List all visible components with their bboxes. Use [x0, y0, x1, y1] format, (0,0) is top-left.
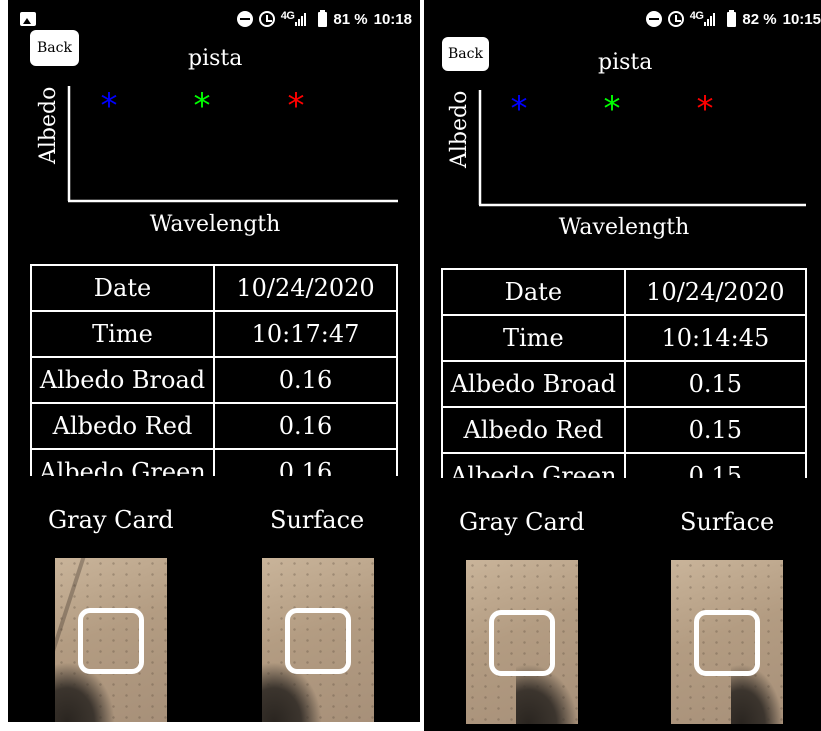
- albedo-plot: Albedo Wavelength * * *: [36, 86, 398, 237]
- gray-card-selection-frame[interactable]: [78, 608, 144, 674]
- table-value-cell: 10:14:45: [623, 314, 807, 362]
- table-label-cell: Albedo Green: [30, 448, 215, 476]
- surface-photo[interactable]: [671, 560, 783, 724]
- table-label-cell: Albedo Broad: [441, 360, 626, 408]
- gray-card-selection-frame[interactable]: [489, 610, 555, 676]
- marker-blue: *: [511, 89, 528, 129]
- table-row: Date 10/24/2020: [30, 264, 398, 312]
- table-row: Time 10:14:45: [441, 314, 807, 362]
- gray-card-label: Gray Card: [459, 508, 585, 536]
- table-label-cell: Albedo Green: [441, 452, 626, 478]
- table-row: Albedo Broad 0.15: [441, 360, 807, 408]
- table-value-cell: 0.15: [623, 360, 807, 408]
- table-value-cell: 0.16: [213, 402, 398, 450]
- table-value-cell: 10/24/2020: [623, 268, 807, 316]
- table-label-cell: Time: [30, 310, 215, 358]
- table-label-cell: Date: [30, 264, 215, 312]
- surface-selection-frame[interactable]: [285, 608, 351, 674]
- gray-card-label: Gray Card: [48, 506, 174, 534]
- table-value-cell: 0.16: [213, 356, 398, 404]
- y-axis-label: Albedo: [447, 91, 472, 169]
- table-value-cell: 0.15: [623, 406, 807, 454]
- table-row: Albedo Green 0.16: [30, 448, 398, 476]
- table-row: Time 10:17:47: [30, 310, 398, 358]
- marker-green: *: [194, 86, 211, 126]
- table-row: Albedo Red 0.16: [30, 402, 398, 450]
- surface-label: Surface: [680, 508, 775, 536]
- table-label-cell: Albedo Broad: [30, 356, 215, 404]
- albedo-plot: Albedo Wavelength * * *: [447, 89, 806, 240]
- table-value-cell: 10:17:47: [213, 310, 398, 358]
- phone-screen-left: 4G 81 % 10:18 Back pista Albedo Waveleng…: [8, 0, 420, 722]
- table-row: Albedo Green 0.15: [441, 452, 807, 478]
- table-value-cell: 10/24/2020: [213, 264, 398, 312]
- surface-selection-frame[interactable]: [694, 610, 760, 676]
- marker-green: *: [604, 89, 621, 129]
- marker-red: *: [288, 86, 305, 126]
- table-row: Albedo Red 0.15: [441, 406, 807, 454]
- table-row: Albedo Broad 0.16: [30, 356, 398, 404]
- results-table: Date 10/24/2020 Time 10:14:45 Albedo Broad 0.…: [441, 268, 807, 478]
- surface-label: Surface: [270, 506, 365, 534]
- marker-red: *: [697, 89, 714, 129]
- y-axis-label: Albedo: [36, 87, 61, 165]
- table-label-cell: Albedo Red: [441, 406, 626, 454]
- results-table: Date 10/24/2020 Time 10:17:47 Albedo Broad 0.…: [30, 264, 400, 476]
- table-row: Date 10/24/2020: [441, 268, 807, 316]
- table-value-cell: 0.15: [623, 452, 807, 478]
- surface-photo[interactable]: [262, 558, 374, 722]
- phone-screen-right: 4G 82 % 10:15 Back pista Albedo Waveleng…: [424, 0, 821, 731]
- marker-blue: *: [101, 86, 118, 126]
- gray-card-photo[interactable]: [466, 560, 578, 724]
- table-label-cell: Albedo Red: [30, 402, 215, 450]
- gray-card-photo[interactable]: [55, 558, 167, 722]
- table-value-cell: 0.16: [213, 448, 398, 476]
- table-label-cell: Date: [441, 268, 626, 316]
- table-label-cell: Time: [441, 314, 626, 362]
- x-axis-label: Wavelength: [150, 212, 281, 237]
- photo-section: Gray Card Surface: [8, 478, 420, 722]
- photo-section: Gray Card Surface: [424, 480, 821, 724]
- x-axis-label: Wavelength: [559, 215, 690, 240]
